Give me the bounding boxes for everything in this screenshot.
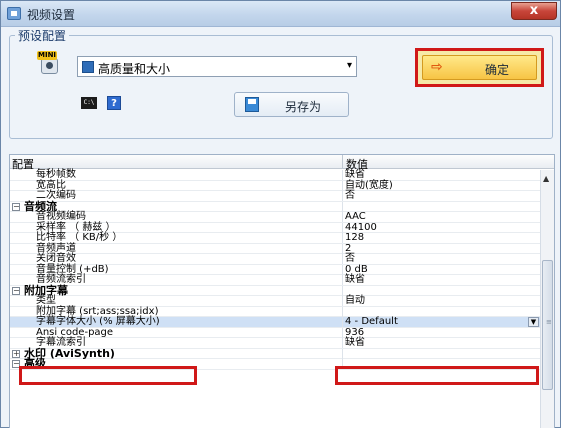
property-row[interactable]: 每秒帧数 缺省 xyxy=(10,170,540,181)
property-name: 附加字幕 (srt;ass;ssa;idx) xyxy=(36,305,159,317)
category-row[interactable]: − 附加字幕 xyxy=(10,283,540,297)
property-row[interactable]: 二次编码否 xyxy=(10,191,540,202)
mini-device-icon: MINI xyxy=(37,51,61,75)
property-name: 采样率 （ 赫兹 ） xyxy=(36,221,116,233)
preset-select[interactable]: 高质量和大小 ▾ xyxy=(77,56,357,77)
category-row[interactable]: − 高级 xyxy=(10,357,540,370)
arrow-right-icon: ⇨ xyxy=(431,59,443,75)
preset-group-label: 预设配置 xyxy=(15,27,70,44)
property-row[interactable]: 宽高比 自动(宽度) xyxy=(10,179,540,191)
config-rows: 每秒帧数 缺省 宽高比 自动(宽度) 二次编码否 − 音频流 音视频编码 AAC 采样率 （ 赫兹… xyxy=(10,170,540,370)
property-value[interactable]: 缺省 xyxy=(345,275,365,285)
close-button[interactable]: x xyxy=(511,2,557,20)
title-bar[interactable]: 视频设置 x xyxy=(1,1,560,27)
property-row[interactable]: 类型 自动 xyxy=(10,296,540,307)
chevron-down-icon[interactable]: ▼ xyxy=(528,317,539,327)
config-property-grid: 配置 数值 每秒帧数 缺省 宽高比 自动(宽度) 二次编码否 − 音频流 音视频编码 AAC 采样… xyxy=(9,154,555,428)
scroll-up-arrow-icon[interactable]: ▲ xyxy=(543,174,549,183)
property-name: 音视频编码 xyxy=(36,211,86,222)
property-name: 宽高比 xyxy=(36,179,66,191)
chevron-down-icon[interactable]: ▾ xyxy=(347,60,352,71)
property-row[interactable]: 音频声道 2 xyxy=(10,242,540,254)
property-name: 音频流 xyxy=(24,199,57,213)
preset-format-icon xyxy=(82,61,94,73)
property-value[interactable]: 自动(宽度) xyxy=(345,180,393,191)
property-name: 音量控制 (+dB) xyxy=(36,263,109,275)
property-row[interactable]: 音频流索引 缺省 xyxy=(10,275,540,286)
config-header: 配置 数值 xyxy=(10,155,554,171)
category-row[interactable]: − 音频流 xyxy=(10,199,540,213)
ok-button[interactable]: ⇨ 确定 xyxy=(422,55,537,80)
vertical-scrollbar[interactable]: ▲ ≡ xyxy=(540,170,554,428)
property-name: 类型 xyxy=(36,295,56,306)
device-face-icon xyxy=(41,58,58,74)
collapse-icon[interactable]: − xyxy=(12,286,20,295)
property-name: 关闭音效 xyxy=(36,253,76,264)
floppy-disk-icon xyxy=(245,97,259,112)
property-value[interactable]: 128 xyxy=(345,233,364,243)
save-as-button[interactable]: 另存为 xyxy=(234,92,349,117)
ok-button-highlight: ⇨ 确定 xyxy=(415,48,544,87)
property-name: Ansi code-page xyxy=(36,326,114,338)
collapse-icon[interactable]: − xyxy=(12,360,20,368)
property-value[interactable]: 否 xyxy=(345,191,355,201)
expand-icon[interactable]: + xyxy=(12,349,20,358)
property-value[interactable]: 否 xyxy=(345,254,355,264)
window-title: 视频设置 xyxy=(27,8,76,22)
scrollbar-thumb[interactable]: ≡ xyxy=(542,260,553,390)
property-name: 音频声道 xyxy=(36,242,76,254)
property-value[interactable]: 4 - Default xyxy=(345,317,398,327)
property-row[interactable]: Ansi code-page 936 xyxy=(10,326,540,338)
command-line-icon[interactable]: C:\ xyxy=(81,97,97,109)
property-value[interactable]: 44100 xyxy=(345,222,377,233)
property-name: 字幕字体大小 (% 屏幕大小) xyxy=(36,316,160,327)
property-value[interactable]: 缺省 xyxy=(345,338,365,348)
property-row[interactable]: 比特率 （ KB/秒 ） 128 xyxy=(10,233,540,244)
property-row[interactable]: 字幕字体大小 (% 屏幕大小) 4 - Default ▼ xyxy=(10,317,540,328)
property-name: 附加字幕 xyxy=(24,283,68,297)
preset-selected-value: 高质量和大小 xyxy=(98,62,171,76)
property-value[interactable]: AAC xyxy=(345,212,366,222)
property-value[interactable]: 缺省 xyxy=(345,170,365,180)
app-window-icon xyxy=(7,7,21,20)
property-name: 高级 xyxy=(24,357,46,370)
save-as-label: 另存为 xyxy=(285,100,322,114)
property-name: 比特率 （ KB/秒 ） xyxy=(36,232,123,243)
category-row[interactable]: + 水印 (AviSynth) xyxy=(10,348,540,359)
property-name: 每秒帧数 xyxy=(36,169,76,180)
property-value[interactable]: 2 xyxy=(345,243,351,254)
mini-badge: MINI xyxy=(37,51,58,60)
collapse-icon[interactable]: − xyxy=(12,202,20,211)
video-settings-window: 视频设置 x 预设配置 MINI 高质量和大小 ▾ C:\ ? 另存为 ⇨ 确定… xyxy=(0,0,561,428)
property-row[interactable]: 音量控制 (+dB) 0 dB xyxy=(10,263,540,275)
ok-label: 确定 xyxy=(485,63,510,77)
property-row[interactable]: 关闭音效 否 xyxy=(10,254,540,265)
property-value[interactable]: 0 dB xyxy=(345,264,368,275)
help-icon[interactable]: ? xyxy=(107,96,121,110)
property-value[interactable]: 936 xyxy=(345,327,364,338)
property-value[interactable]: 自动 xyxy=(345,296,365,306)
scroll-grip-icon: ≡ xyxy=(546,318,552,326)
property-row[interactable]: 音视频编码 AAC xyxy=(10,212,540,223)
